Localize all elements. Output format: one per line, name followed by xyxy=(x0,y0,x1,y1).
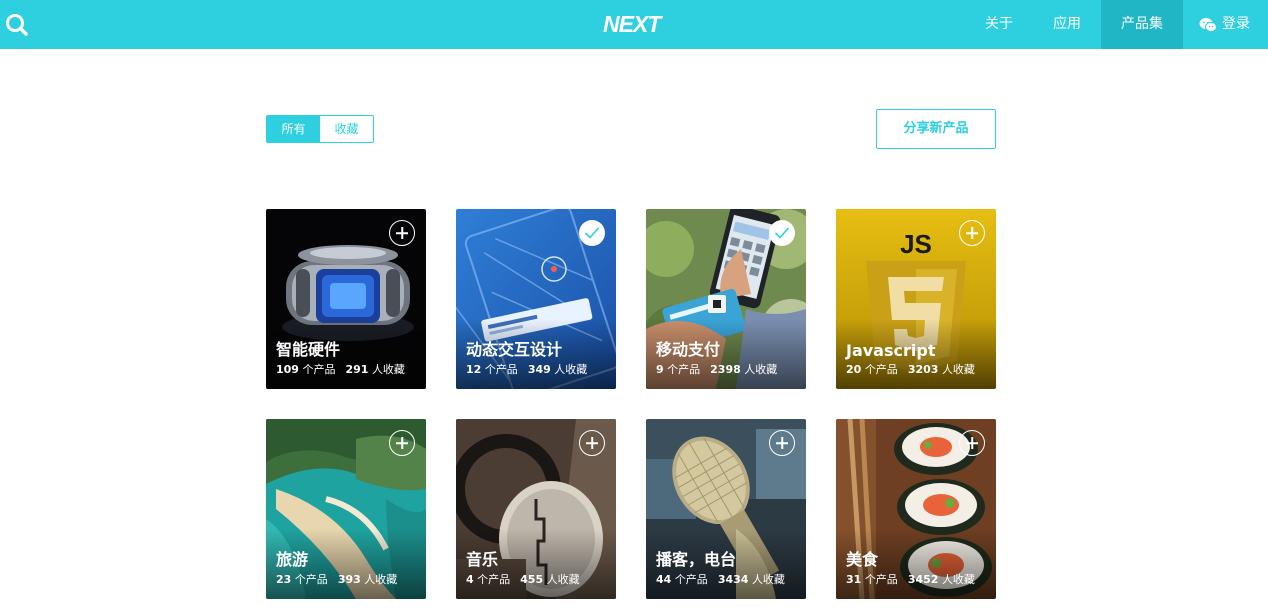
card-stats: 9 个产品 2398 人收藏 xyxy=(656,363,778,376)
fav-count: 3434 xyxy=(717,573,749,586)
collection-card[interactable]: 播客，电台 44 个产品 3434 人收藏 xyxy=(646,419,806,599)
favorite-add-icon[interactable] xyxy=(389,220,415,246)
card-stats: 12 个产品 349 人收藏 xyxy=(466,363,588,376)
favorite-saved-icon[interactable] xyxy=(579,220,605,246)
search-icon[interactable] xyxy=(4,12,30,38)
logo[interactable]: NEXT xyxy=(603,11,661,37)
filter-all[interactable]: 所有 xyxy=(267,116,320,142)
favorite-add-icon[interactable] xyxy=(579,430,605,456)
fav-count: 291 xyxy=(345,363,369,376)
card-stats: 23 个产品 393 人收藏 xyxy=(276,573,398,586)
collection-card[interactable]: JS Javascript 20 个产品 3203 人收藏 xyxy=(836,209,996,389)
card-stats: 109 个产品 291 人收藏 xyxy=(276,363,405,376)
fav-count: 455 xyxy=(520,573,544,586)
collection-card[interactable]: 智能硬件 109 个产品 291 人收藏 xyxy=(266,209,426,389)
favorite-add-icon[interactable] xyxy=(389,430,415,456)
fav-count: 2398 xyxy=(710,363,741,376)
card-title: 美食 xyxy=(846,550,879,569)
filter-favorites[interactable]: 收藏 xyxy=(320,116,373,142)
fav-count: 3203 xyxy=(907,363,939,376)
login-button[interactable]: 登录 xyxy=(1183,0,1268,49)
card-title: 音乐 xyxy=(466,550,499,569)
favorite-saved-icon[interactable] xyxy=(769,220,795,246)
card-title: 播客，电台 xyxy=(656,550,737,569)
main-nav: 关于 应用 产品集 登录 xyxy=(965,0,1268,49)
product-count: 44 xyxy=(656,573,672,586)
card-title: Javascript xyxy=(846,341,936,360)
product-count: 9 xyxy=(656,363,664,376)
nav-collections[interactable]: 产品集 xyxy=(1101,0,1183,49)
collection-card[interactable]: 美食 31 个产品 3452 人收藏 xyxy=(836,419,996,599)
card-title: 智能硬件 xyxy=(276,340,341,359)
wechat-icon xyxy=(1199,17,1217,33)
card-stats: 20 个产品 3203 人收藏 xyxy=(846,363,975,376)
login-label: 登录 xyxy=(1222,16,1250,32)
collection-card[interactable]: 音乐 4 个产品 455 人收藏 xyxy=(456,419,616,599)
card-stats: 44 个产品 3434 人收藏 xyxy=(656,573,785,586)
card-title: 动态交互设计 xyxy=(466,340,563,359)
nav-about[interactable]: 关于 xyxy=(965,0,1033,49)
fav-count: 3452 xyxy=(907,573,939,586)
collection-card[interactable]: 动态交互设计 12 个产品 349 人收藏 xyxy=(456,209,616,389)
nav-apps[interactable]: 应用 xyxy=(1033,0,1101,49)
share-product-button[interactable]: 分享新产品 xyxy=(876,109,996,149)
card-title: 移动支付 xyxy=(656,340,721,359)
card-stats: 31 个产品 3452 人收藏 xyxy=(846,573,975,586)
filter-toggle: 所有 收藏 xyxy=(266,115,374,143)
favorite-add-icon[interactable] xyxy=(959,220,985,246)
collection-card[interactable]: 移动支付 9 个产品 2398 人收藏 xyxy=(646,209,806,389)
favorite-add-icon[interactable] xyxy=(769,430,795,456)
fav-count: 393 xyxy=(337,573,361,586)
favorite-add-icon[interactable] xyxy=(959,430,985,456)
svg-text:JS: JS xyxy=(900,229,932,259)
product-count: 20 xyxy=(846,363,862,376)
product-count: 12 xyxy=(466,363,482,376)
fav-count: 349 xyxy=(527,363,551,376)
card-stats: 4 个产品 455 人收藏 xyxy=(466,573,580,586)
product-count: 4 xyxy=(466,573,474,586)
top-navbar: NEXT 关于 应用 产品集 登录 xyxy=(0,0,1268,49)
product-count: 23 xyxy=(276,573,292,586)
card-title: 旅游 xyxy=(276,550,309,569)
collection-card[interactable]: 旅游 23 个产品 393 人收藏 xyxy=(266,419,426,599)
product-count: 31 xyxy=(846,573,862,586)
product-count: 109 xyxy=(276,363,299,376)
